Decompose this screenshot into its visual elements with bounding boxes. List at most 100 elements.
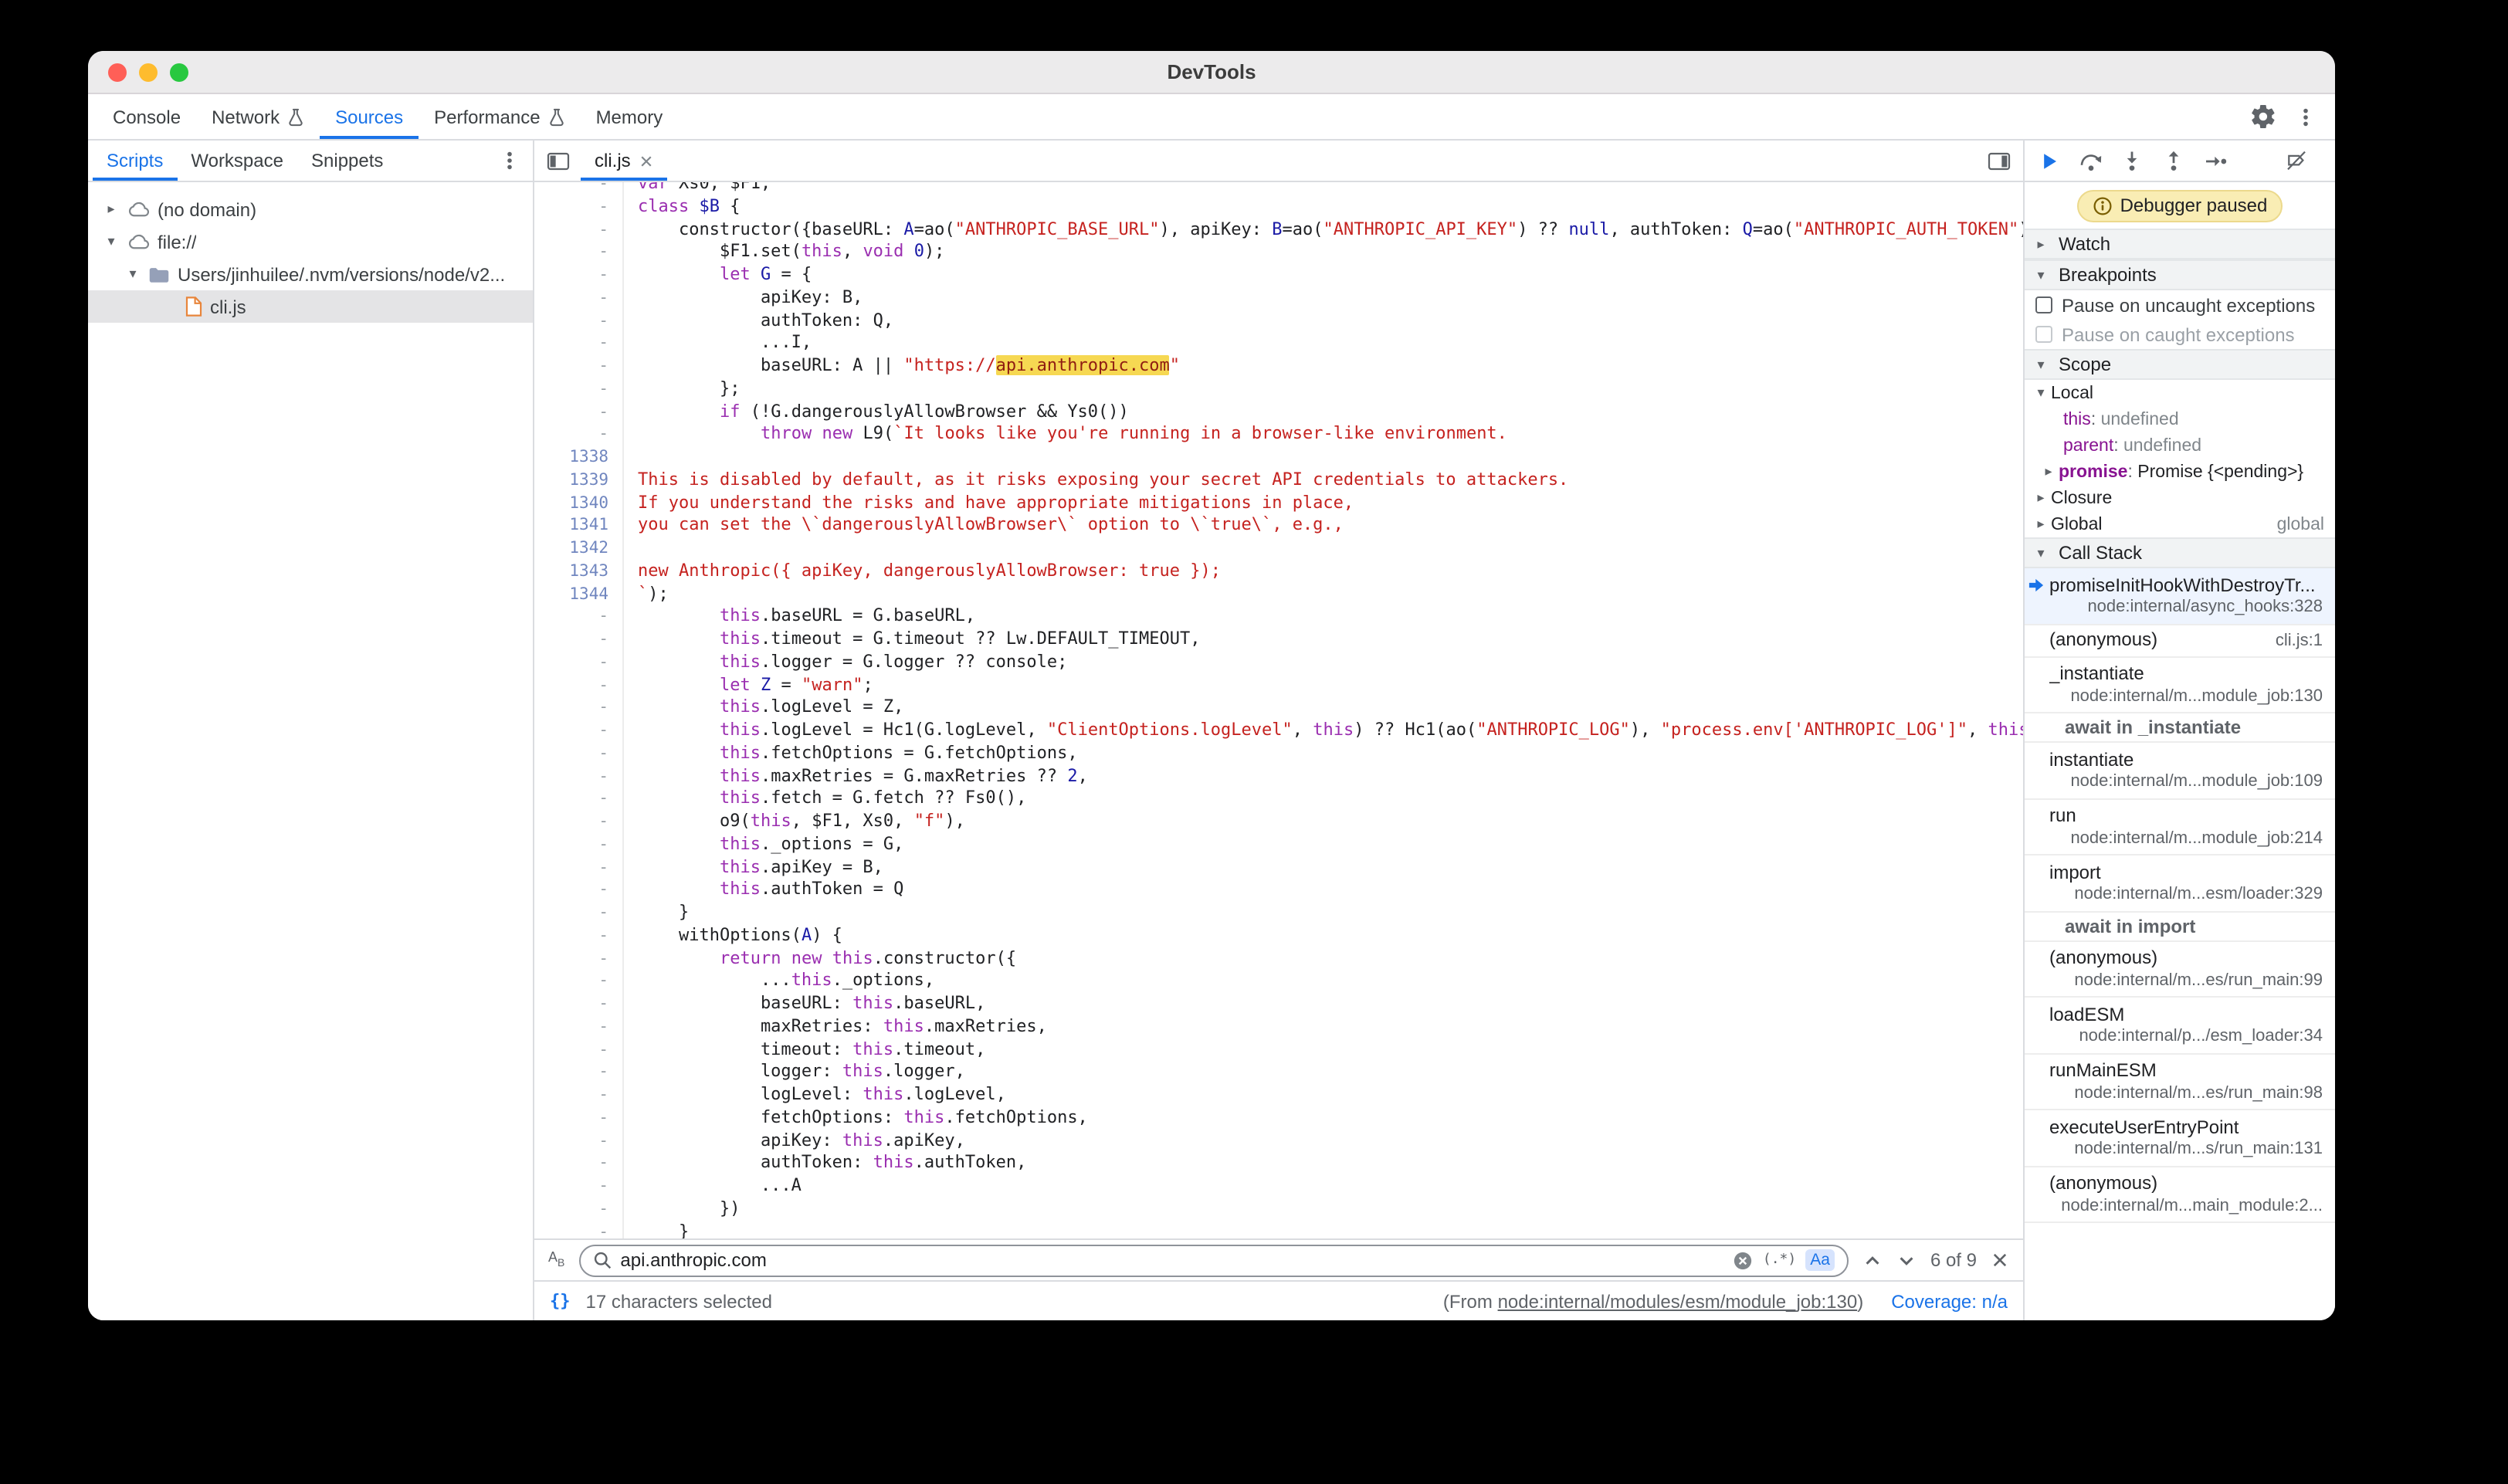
line-number[interactable]: -	[534, 219, 624, 242]
close-search-icon[interactable]	[1991, 1251, 2009, 1269]
code-line[interactable]: - if (!G.dangerouslyAllowBrowser && Ys0(…	[534, 401, 2023, 424]
line-number[interactable]: -	[534, 879, 624, 903]
coverage-link[interactable]: Coverage: n/a	[1891, 1290, 2008, 1312]
code-line[interactable]: - this.logLevel = Z,	[534, 697, 2023, 720]
stack-frame-promiseinithookwithdestroytr[interactable]: promiseInitHookWithDestroyTr...node:inte…	[2025, 568, 2335, 625]
code-line[interactable]: - this.logLevel = Hc1(G.logLevel, "Clien…	[534, 720, 2023, 743]
section-watch[interactable]: ▸ Watch	[2025, 229, 2335, 259]
line-number[interactable]: 1340	[534, 492, 624, 515]
tab-network[interactable]: Network	[196, 94, 320, 139]
line-number[interactable]: -	[534, 993, 624, 1016]
line-number[interactable]: -	[534, 333, 624, 356]
line-number[interactable]: 1339	[534, 469, 624, 493]
code-line[interactable]: - apiKey: this.apiKey,	[534, 1130, 2023, 1153]
navigator-more-icon[interactable]	[499, 150, 520, 171]
line-number[interactable]: 1344	[534, 583, 624, 606]
line-number[interactable]: -	[534, 811, 624, 834]
line-number[interactable]: -	[534, 856, 624, 879]
stack-frame-import[interactable]: importnode:internal/m...esm/loader:329	[2025, 856, 2335, 912]
code-line[interactable]: - $F1.set(this, void 0);	[534, 242, 2023, 265]
code-line[interactable]: - this.logger = G.logger ?? console;	[534, 652, 2023, 675]
code-line[interactable]: - ...I,	[534, 333, 2023, 356]
line-number[interactable]: -	[534, 788, 624, 811]
code-line[interactable]: - authToken: this.authToken,	[534, 1153, 2023, 1176]
tab-console[interactable]: Console	[97, 94, 196, 139]
tab-workspace[interactable]: Workspace	[177, 141, 297, 181]
line-number[interactable]: -	[534, 628, 624, 652]
breakpoint-pause-on-uncaught-exceptions[interactable]: Pause on uncaught exceptions	[2025, 290, 2335, 320]
code-line[interactable]: - })	[534, 1198, 2023, 1221]
line-number[interactable]: -	[534, 355, 624, 378]
line-number[interactable]: 1338	[534, 446, 624, 469]
clear-search-icon[interactable]	[1734, 1250, 1754, 1270]
code-line[interactable]: 1343new Anthropic({ apiKey, dangerouslyA…	[534, 561, 2023, 584]
code-line[interactable]: - return new this.constructor({	[534, 947, 2023, 971]
regex-toggle[interactable]: (.*)	[1763, 1252, 1796, 1268]
scope-section-closure[interactable]: ▸Closure	[2025, 485, 2335, 511]
section-call-stack[interactable]: ▾ Call Stack	[2025, 537, 2335, 568]
line-number[interactable]: 1341	[534, 515, 624, 538]
code-line[interactable]: - constructor({baseURL: A=ao("ANTHROPIC_…	[534, 219, 2023, 242]
code-line[interactable]: - }	[534, 1221, 2023, 1238]
code-line[interactable]: 1342	[534, 537, 2023, 561]
search-input[interactable]: api.anthropic.com (.*) Aa	[578, 1244, 1849, 1276]
line-number[interactable]: -	[534, 1016, 624, 1039]
line-number[interactable]: -	[534, 1062, 624, 1085]
minimize-window-button[interactable]	[139, 63, 158, 81]
line-number[interactable]: -	[534, 424, 624, 447]
tab-performance[interactable]: Performance	[419, 94, 580, 139]
line-number[interactable]: -	[534, 1107, 624, 1130]
line-number[interactable]: -	[534, 697, 624, 720]
code-line[interactable]: -var Xs0, $F1,	[534, 182, 2023, 196]
settings-gear-icon[interactable]	[2252, 105, 2275, 128]
scope-section-local[interactable]: ▾Local	[2025, 380, 2335, 406]
code-line[interactable]: - ...A	[534, 1175, 2023, 1198]
match-case-toggle[interactable]: Aa	[1805, 1249, 1835, 1271]
code-line[interactable]: 1339This is disabled by default, as it r…	[534, 469, 2023, 493]
tab-memory[interactable]: Memory	[581, 94, 679, 139]
line-number[interactable]: -	[534, 196, 624, 219]
code-line[interactable]: 1340If you understand the risks and have…	[534, 492, 2023, 515]
pretty-print-icon[interactable]: {}	[550, 1291, 571, 1311]
line-number[interactable]: 1343	[534, 561, 624, 584]
code-line[interactable]: - this.fetchOptions = G.fetchOptions,	[534, 743, 2023, 766]
next-match-icon[interactable]	[1896, 1250, 1917, 1270]
search-query[interactable]: api.anthropic.com	[620, 1249, 766, 1271]
checkbox-icon[interactable]	[2035, 326, 2052, 343]
tab-sources[interactable]: Sources	[320, 94, 419, 139]
code-line[interactable]: - this._options = G,	[534, 834, 2023, 857]
code-line[interactable]: - let G = {	[534, 264, 2023, 287]
code-line[interactable]: - }	[534, 902, 2023, 925]
code-line[interactable]: - baseURL: this.baseURL,	[534, 993, 2023, 1016]
line-number[interactable]: -	[534, 674, 624, 697]
stack-frame-anonymous[interactable]: (anonymous)node:internal/m...es/run_main…	[2025, 941, 2335, 998]
line-number[interactable]: -	[534, 378, 624, 401]
tree-item-file[interactable]: ▾file://	[88, 225, 533, 258]
line-number[interactable]: -	[534, 1221, 624, 1238]
line-number[interactable]: -	[534, 1038, 624, 1062]
line-number[interactable]: -	[534, 720, 624, 743]
line-number[interactable]: -	[534, 1175, 624, 1198]
zoom-window-button[interactable]	[170, 63, 188, 81]
chevron-down-icon[interactable]: ▾	[2034, 385, 2048, 401]
line-number[interactable]: -	[534, 743, 624, 766]
line-number[interactable]: -	[534, 902, 624, 925]
tree-item-no-domain[interactable]: ▸(no domain)	[88, 193, 533, 225]
code-line[interactable]: - throw new L9(`It looks like you're run…	[534, 424, 2023, 447]
code-line[interactable]: - this.maxRetries = G.maxRetries ?? 2,	[534, 765, 2023, 788]
code-line[interactable]: 1338	[534, 446, 2023, 469]
stack-frame-loadesm[interactable]: loadESMnode:internal/p.../esm_loader:34	[2025, 998, 2335, 1054]
line-number[interactable]: -	[534, 834, 624, 857]
window-titlebar[interactable]: DevTools	[88, 51, 2335, 94]
chevron-right-icon[interactable]: ▸	[103, 201, 119, 218]
breakpoint-pause-on-caught-exceptions[interactable]: Pause on caught exceptions	[2025, 320, 2335, 349]
chevron-down-icon[interactable]: ▾	[125, 266, 141, 283]
code-editor[interactable]: -var Xs0, $F1,-class $B {- constructor({…	[534, 182, 2023, 1238]
line-number[interactable]: -	[534, 242, 624, 265]
step-into-icon[interactable]	[2111, 141, 2153, 181]
code-line[interactable]: 1344`);	[534, 583, 2023, 606]
code-line[interactable]: - this.baseURL = G.baseURL,	[534, 606, 2023, 629]
line-number[interactable]: -	[534, 287, 624, 310]
scope-variable-parent[interactable]: parent: undefined	[2025, 432, 2335, 459]
code-line[interactable]: - o9(this, $F1, Xs0, "f"),	[534, 811, 2023, 834]
